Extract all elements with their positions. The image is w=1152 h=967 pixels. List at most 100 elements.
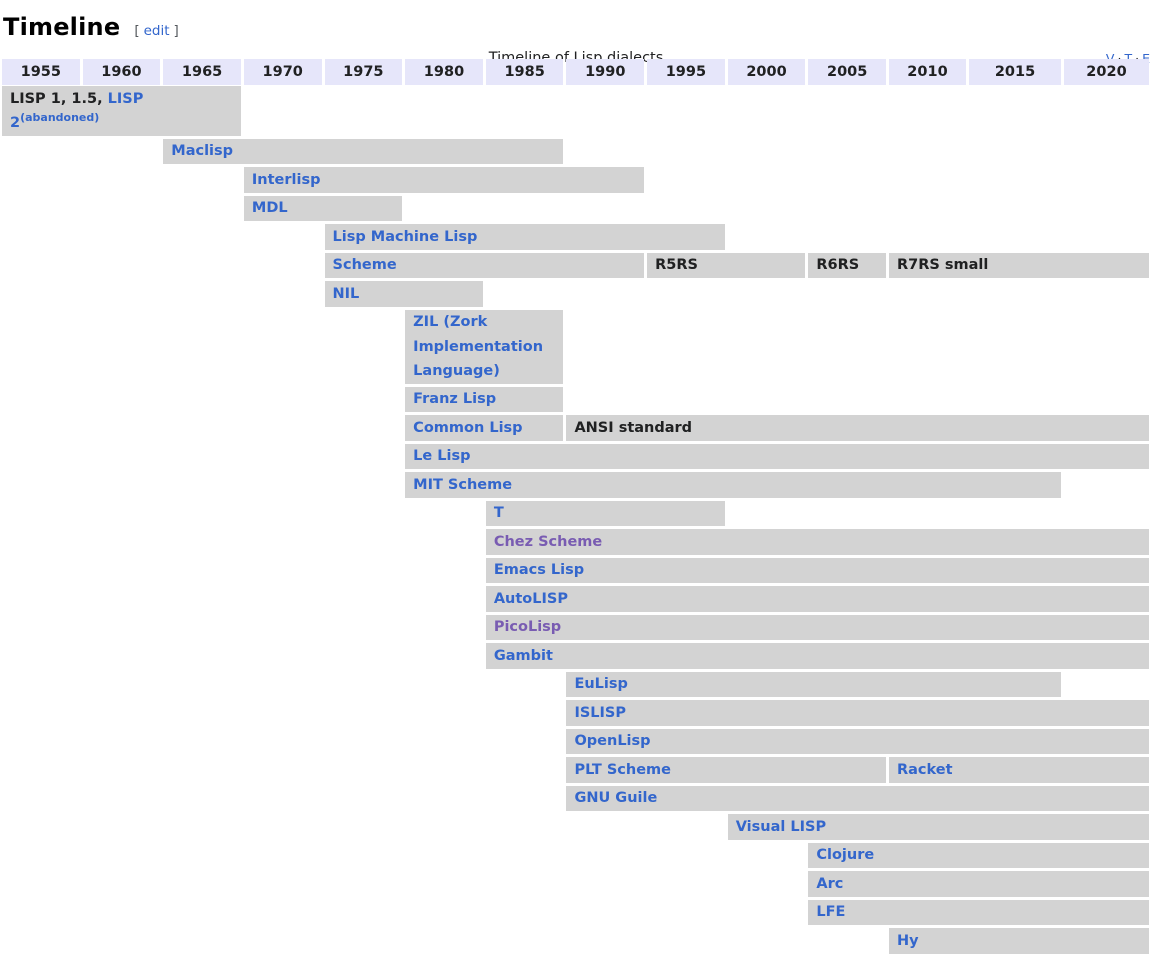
timeline-row: MDL <box>0 196 1152 222</box>
dialect-link[interactable]: Clojure <box>816 847 874 863</box>
timeline-row: T <box>0 501 1152 527</box>
timeline-row: Common Lisp ANSI standard <box>0 415 1152 441</box>
dialect-link[interactable]: Chez Scheme <box>494 534 602 550</box>
year-header-cell: 2010 <box>889 59 966 85</box>
dialect-link[interactable]: Common Lisp <box>413 420 522 436</box>
page-title: Timeline <box>3 13 120 41</box>
timeline-bar: T <box>486 501 725 527</box>
timeline-bar: Lisp Machine Lisp <box>325 224 725 250</box>
dialect-link[interactable]: EuLisp <box>574 676 627 692</box>
timeline-row: AutoLISP <box>0 586 1152 612</box>
dialect-link[interactable]: Lisp Machine Lisp <box>333 229 478 245</box>
dialect-link[interactable]: Scheme <box>333 257 397 273</box>
year-header-cell: 2000 <box>728 59 806 85</box>
bar-label-prefix: LISP 1, 1.5, <box>10 91 108 107</box>
year-header-cell: 1990 <box>566 59 644 85</box>
timeline-bar: MIT Scheme <box>405 472 1061 498</box>
bar-label: R7RS small <box>897 257 988 273</box>
timeline-row: Emacs Lisp <box>0 558 1152 584</box>
timeline-bar: Gambit <box>486 643 1149 669</box>
timeline-bar: EuLisp <box>566 672 1061 698</box>
dialect-link[interactable]: Franz Lisp <box>413 391 496 407</box>
year-header-cell: 1955 <box>2 59 80 85</box>
year-header-cell: 1970 <box>244 59 322 85</box>
timeline-row: Arc <box>0 871 1152 897</box>
year-header-cell: 2015 <box>969 59 1061 85</box>
bar-label: R6RS <box>816 257 859 273</box>
timeline-bar: LFE <box>808 900 1149 926</box>
timeline-rows: LISP 1, 1.5, LISP 2(abandoned) Maclisp Int… <box>0 86 1152 954</box>
timeline-bar: Franz Lisp <box>405 387 563 413</box>
section-header: Timeline [edit] Timeline of Lisp dialect… <box>0 0 1152 59</box>
timeline-bar: Racket <box>889 757 1149 783</box>
timeline-row: ZIL (Zork Implementation Language) <box>0 310 1152 384</box>
dialect-link[interactable]: MIT Scheme <box>413 477 512 493</box>
dialect-link[interactable]: Le Lisp <box>413 448 470 464</box>
timeline-row: PLT Scheme Racket <box>0 757 1152 783</box>
timeline-bar: PLT Scheme <box>566 757 886 783</box>
dialect-link[interactable]: Hy <box>897 933 919 949</box>
timeline-row: Maclisp <box>0 139 1152 165</box>
dialect-link[interactable]: T <box>494 505 504 521</box>
timeline-bar: R5RS <box>647 253 805 279</box>
dialect-link[interactable]: GNU Guile <box>574 790 657 806</box>
timeline-row: Gambit <box>0 643 1152 669</box>
timeline-row: Interlisp <box>0 167 1152 193</box>
dialect-link[interactable]: Racket <box>897 762 953 778</box>
timeline-bar: Scheme <box>325 253 645 279</box>
timeline-row: Franz Lisp <box>0 387 1152 413</box>
year-header-row: 1955196019651970197519801985199019952000… <box>0 59 1152 85</box>
timeline-bar: Arc <box>808 871 1149 897</box>
timeline-bar: Chez Scheme <box>486 529 1149 555</box>
timeline-bar: ANSI standard <box>566 415 1149 441</box>
timeline-bar: GNU Guile <box>566 786 1149 812</box>
dialect-link[interactable]: Emacs Lisp <box>494 562 584 578</box>
timeline-row: MIT Scheme <box>0 472 1152 498</box>
dialect-link[interactable]: PLT Scheme <box>574 762 671 778</box>
timeline-row: LFE <box>0 900 1152 926</box>
timeline-row: GNU Guile <box>0 786 1152 812</box>
dialect-link[interactable]: ISLISP <box>574 705 626 721</box>
timeline-row: Lisp Machine Lisp <box>0 224 1152 250</box>
superscript-note: (abandoned) <box>20 111 99 124</box>
edit-link[interactable]: edit <box>144 23 170 39</box>
timeline-bar: R6RS <box>808 253 886 279</box>
timeline-bar: MDL <box>244 196 402 222</box>
dialect-link[interactable]: Arc <box>816 876 843 892</box>
bar-label: R5RS <box>655 257 698 273</box>
dialect-link[interactable]: AutoLISP <box>494 591 568 607</box>
dialect-link[interactable]: NIL <box>333 286 360 302</box>
timeline-row: Le Lisp <box>0 444 1152 470</box>
timeline-bar: R7RS small <box>889 253 1149 279</box>
dialect-link[interactable]: Visual LISP <box>736 819 826 835</box>
dialect-link[interactable]: OpenLisp <box>574 733 650 749</box>
dialect-link[interactable]: MDL <box>252 200 288 216</box>
timeline-bar: NIL <box>325 281 483 307</box>
timeline-bar: PicoLisp <box>486 615 1149 641</box>
year-header-cell: 1965 <box>163 59 241 85</box>
timeline-row: NIL <box>0 281 1152 307</box>
timeline-row: Visual LISP <box>0 814 1152 840</box>
timeline: 1955196019651970197519801985199019952000… <box>0 59 1152 954</box>
bar-label: ANSI standard <box>574 420 692 436</box>
timeline-bar: OpenLisp <box>566 729 1149 755</box>
timeline-row: Hy <box>0 928 1152 954</box>
dialect-link[interactable]: ZIL (Zork Implementation Language) <box>413 314 543 379</box>
dialect-link[interactable]: PicoLisp <box>494 619 561 635</box>
title-line: Timeline [edit] <box>3 13 1152 43</box>
timeline-row: EuLisp <box>0 672 1152 698</box>
timeline-bar: LISP 1, 1.5, LISP 2(abandoned) <box>2 86 241 136</box>
timeline-row: Clojure <box>0 843 1152 869</box>
dialect-link[interactable]: LFE <box>816 904 845 920</box>
dialect-link[interactable]: Gambit <box>494 648 553 664</box>
year-header-cell: 1985 <box>486 59 564 85</box>
edit-close-bracket: ] <box>174 23 179 39</box>
timeline-bar: Clojure <box>808 843 1149 869</box>
dialect-link[interactable]: Maclisp <box>171 143 233 159</box>
timeline-bar: Le Lisp <box>405 444 1149 470</box>
edit-section: [edit] <box>134 23 178 39</box>
timeline-bar: AutoLISP <box>486 586 1149 612</box>
dialect-link[interactable]: Interlisp <box>252 172 321 188</box>
timeline-bar: Common Lisp <box>405 415 563 441</box>
timeline-row: ISLISP <box>0 700 1152 726</box>
